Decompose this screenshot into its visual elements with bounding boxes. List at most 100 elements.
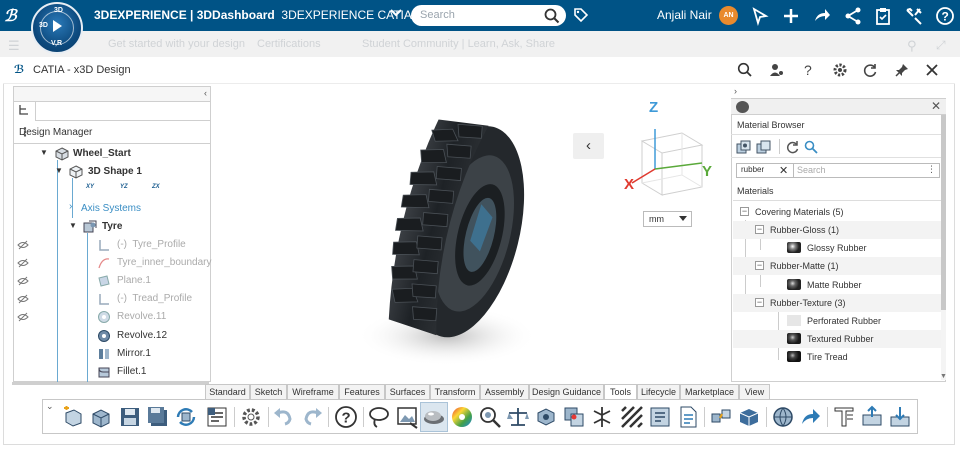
tree-item-tread-profile[interactable]: (-) Tread_Profile bbox=[13, 290, 211, 308]
avatar[interactable]: AN bbox=[719, 6, 738, 25]
collapse-icon[interactable]: − bbox=[755, 261, 764, 270]
annotation-icon[interactable] bbox=[648, 405, 672, 429]
material-group-rubber-matte[interactable]: − Rubber-Matte (1) bbox=[733, 257, 942, 275]
close-icon[interactable]: ✕ bbox=[931, 99, 941, 113]
tree-item-plane[interactable]: Plane.1 bbox=[13, 272, 211, 290]
tree-item-mirror[interactable]: Mirror.1 bbox=[13, 345, 211, 363]
gear-icon[interactable] bbox=[239, 405, 263, 429]
inertia-icon[interactable] bbox=[534, 405, 558, 429]
tab-lifecycle[interactable]: Lifecycle bbox=[637, 384, 680, 399]
tab-surfaces[interactable]: Surfaces bbox=[385, 384, 430, 399]
capture-icon[interactable] bbox=[395, 405, 419, 429]
material-search[interactable]: rubber ✕ Search ⋮ bbox=[736, 163, 940, 178]
scroll-down-icon[interactable]: ▼ bbox=[940, 373, 947, 380]
save-all-icon[interactable] bbox=[146, 405, 170, 429]
tree-item-fillet[interactable]: Fillet.1 bbox=[13, 363, 211, 381]
clear-chip-icon[interactable]: ✕ bbox=[779, 164, 788, 177]
tree-item-tyre-profile[interactable]: (-) Tyre_Profile bbox=[13, 236, 211, 254]
lasso-icon[interactable] bbox=[367, 405, 391, 429]
tree-tab[interactable] bbox=[14, 102, 36, 121]
save-icon[interactable] bbox=[118, 405, 142, 429]
properties-icon[interactable] bbox=[205, 405, 229, 429]
tree-item-3d-shape[interactable]: ▼ 3D Shape 1 bbox=[13, 163, 211, 181]
search-icon[interactable] bbox=[737, 62, 753, 78]
tree-item-tyre-inner-boundary[interactable]: Tyre_inner_boundary bbox=[13, 254, 212, 272]
connect-icon[interactable] bbox=[709, 405, 733, 429]
tab-marketplace[interactable]: Marketplace bbox=[680, 384, 739, 399]
collapse-icon[interactable]: − bbox=[755, 298, 764, 307]
material-group-covering[interactable]: − Covering Materials (5) bbox=[733, 203, 942, 221]
section-icon[interactable] bbox=[620, 405, 644, 429]
chevron-down-icon[interactable]: ⌄ bbox=[46, 401, 54, 412]
clipboard-icon[interactable] bbox=[873, 6, 893, 26]
tyre-model[interactable] bbox=[212, 86, 729, 382]
forward-arrow-icon[interactable] bbox=[812, 6, 832, 26]
more-options-icon[interactable]: ⋮ bbox=[19, 125, 202, 139]
help-icon[interactable]: ? bbox=[334, 405, 358, 429]
tag-icon[interactable] bbox=[573, 7, 589, 26]
help-icon[interactable]: ? bbox=[800, 62, 816, 78]
collapse-icon[interactable]: − bbox=[740, 207, 749, 216]
collapse-left-icon[interactable]: ‹ bbox=[204, 88, 207, 98]
material-group-rubber-gloss[interactable]: − Rubber-Gloss (1) bbox=[733, 221, 942, 239]
new-part-icon[interactable] bbox=[61, 405, 85, 429]
gear-icon[interactable] bbox=[832, 62, 848, 78]
dashboard-tab[interactable]: Student Community | Learn, Ask, Share bbox=[362, 38, 555, 50]
refresh-icon[interactable] bbox=[862, 62, 878, 78]
zx-plane-icon[interactable]: ZX bbox=[152, 184, 166, 194]
search-icon[interactable] bbox=[544, 8, 560, 24]
tab-view[interactable]: View bbox=[739, 384, 770, 399]
collapse-right-icon[interactable]: › bbox=[734, 86, 737, 96]
material-sphere-icon[interactable] bbox=[736, 101, 749, 113]
tree-item-wheel-start[interactable]: ▼ Wheel_Start bbox=[13, 145, 211, 163]
material-item-perforated-rubber[interactable]: Perforated Rubber bbox=[733, 312, 942, 330]
distance-icon[interactable] bbox=[590, 405, 614, 429]
collapse-panel-button[interactable]: ‹ bbox=[573, 133, 604, 159]
filter-icon[interactable] bbox=[832, 405, 856, 429]
undo-icon[interactable] bbox=[272, 405, 296, 429]
copy-material-icon[interactable] bbox=[756, 140, 772, 156]
tab-transform[interactable]: Transform bbox=[430, 384, 480, 399]
expand-icon[interactable]: ⤢ bbox=[936, 38, 946, 53]
share-cursor-icon[interactable] bbox=[750, 6, 770, 27]
dashboard-title[interactable]: 3DEXPERIENCE CATIA ... bbox=[281, 8, 424, 22]
scrollbar-thumb[interactable] bbox=[941, 115, 946, 310]
user-name[interactable]: Anjali Nair bbox=[657, 8, 712, 22]
package-icon[interactable] bbox=[737, 405, 761, 429]
chevron-down-icon[interactable] bbox=[390, 7, 402, 21]
tab-tools[interactable]: Tools bbox=[604, 384, 637, 399]
pin-icon[interactable] bbox=[894, 62, 910, 78]
redo-icon[interactable] bbox=[300, 405, 324, 429]
search-input[interactable]: Search bbox=[411, 5, 566, 26]
balance-icon[interactable] bbox=[506, 405, 530, 429]
dashboard-tab[interactable]: Get started with your design bbox=[108, 38, 245, 50]
material-item-tire-tread[interactable]: Tire Tread bbox=[733, 348, 942, 366]
refresh-icon[interactable] bbox=[786, 140, 800, 154]
import-icon[interactable] bbox=[888, 405, 912, 429]
close-icon[interactable] bbox=[924, 62, 940, 78]
collapse-icon[interactable]: − bbox=[755, 225, 764, 234]
tab-design-guidance[interactable]: Design Guidance bbox=[529, 384, 604, 399]
material-group-rubber-texture[interactable]: − Rubber-Texture (3) bbox=[733, 294, 942, 312]
tab-assembly[interactable]: Assembly bbox=[480, 384, 529, 399]
unit-select[interactable]: mm bbox=[643, 211, 692, 227]
more-options-icon[interactable]: ⋮ bbox=[927, 164, 936, 175]
brand-title[interactable]: 3DEXPERIENCE | 3DDashboard 3DEXPERIENCE … bbox=[94, 8, 425, 22]
search-icon[interactable] bbox=[804, 140, 818, 154]
search-icon[interactable]: ⚲ bbox=[907, 38, 917, 54]
measure-icon[interactable] bbox=[478, 405, 502, 429]
color-icon[interactable] bbox=[450, 405, 474, 429]
3d-viewport[interactable]: Z X Y bbox=[212, 86, 729, 382]
tab-wireframe[interactable]: Wireframe bbox=[287, 384, 339, 399]
sync-icon[interactable] bbox=[174, 405, 198, 429]
share-icon[interactable] bbox=[843, 6, 863, 26]
tab-features[interactable]: Features bbox=[339, 384, 385, 399]
tree-item-axis-systems[interactable]: › Axis Systems bbox=[13, 200, 211, 218]
help-icon[interactable]: ? bbox=[935, 6, 955, 26]
tree-item-revolve-12[interactable]: Revolve.12 bbox=[13, 327, 211, 345]
tree-item-revolve-11[interactable]: Revolve.11 bbox=[13, 308, 211, 326]
tree-item-tyre[interactable]: ▼ Tyre bbox=[13, 218, 211, 236]
tab-standard[interactable]: Standard bbox=[205, 384, 250, 399]
add-material-icon[interactable] bbox=[736, 140, 752, 156]
export-icon[interactable] bbox=[860, 405, 884, 429]
